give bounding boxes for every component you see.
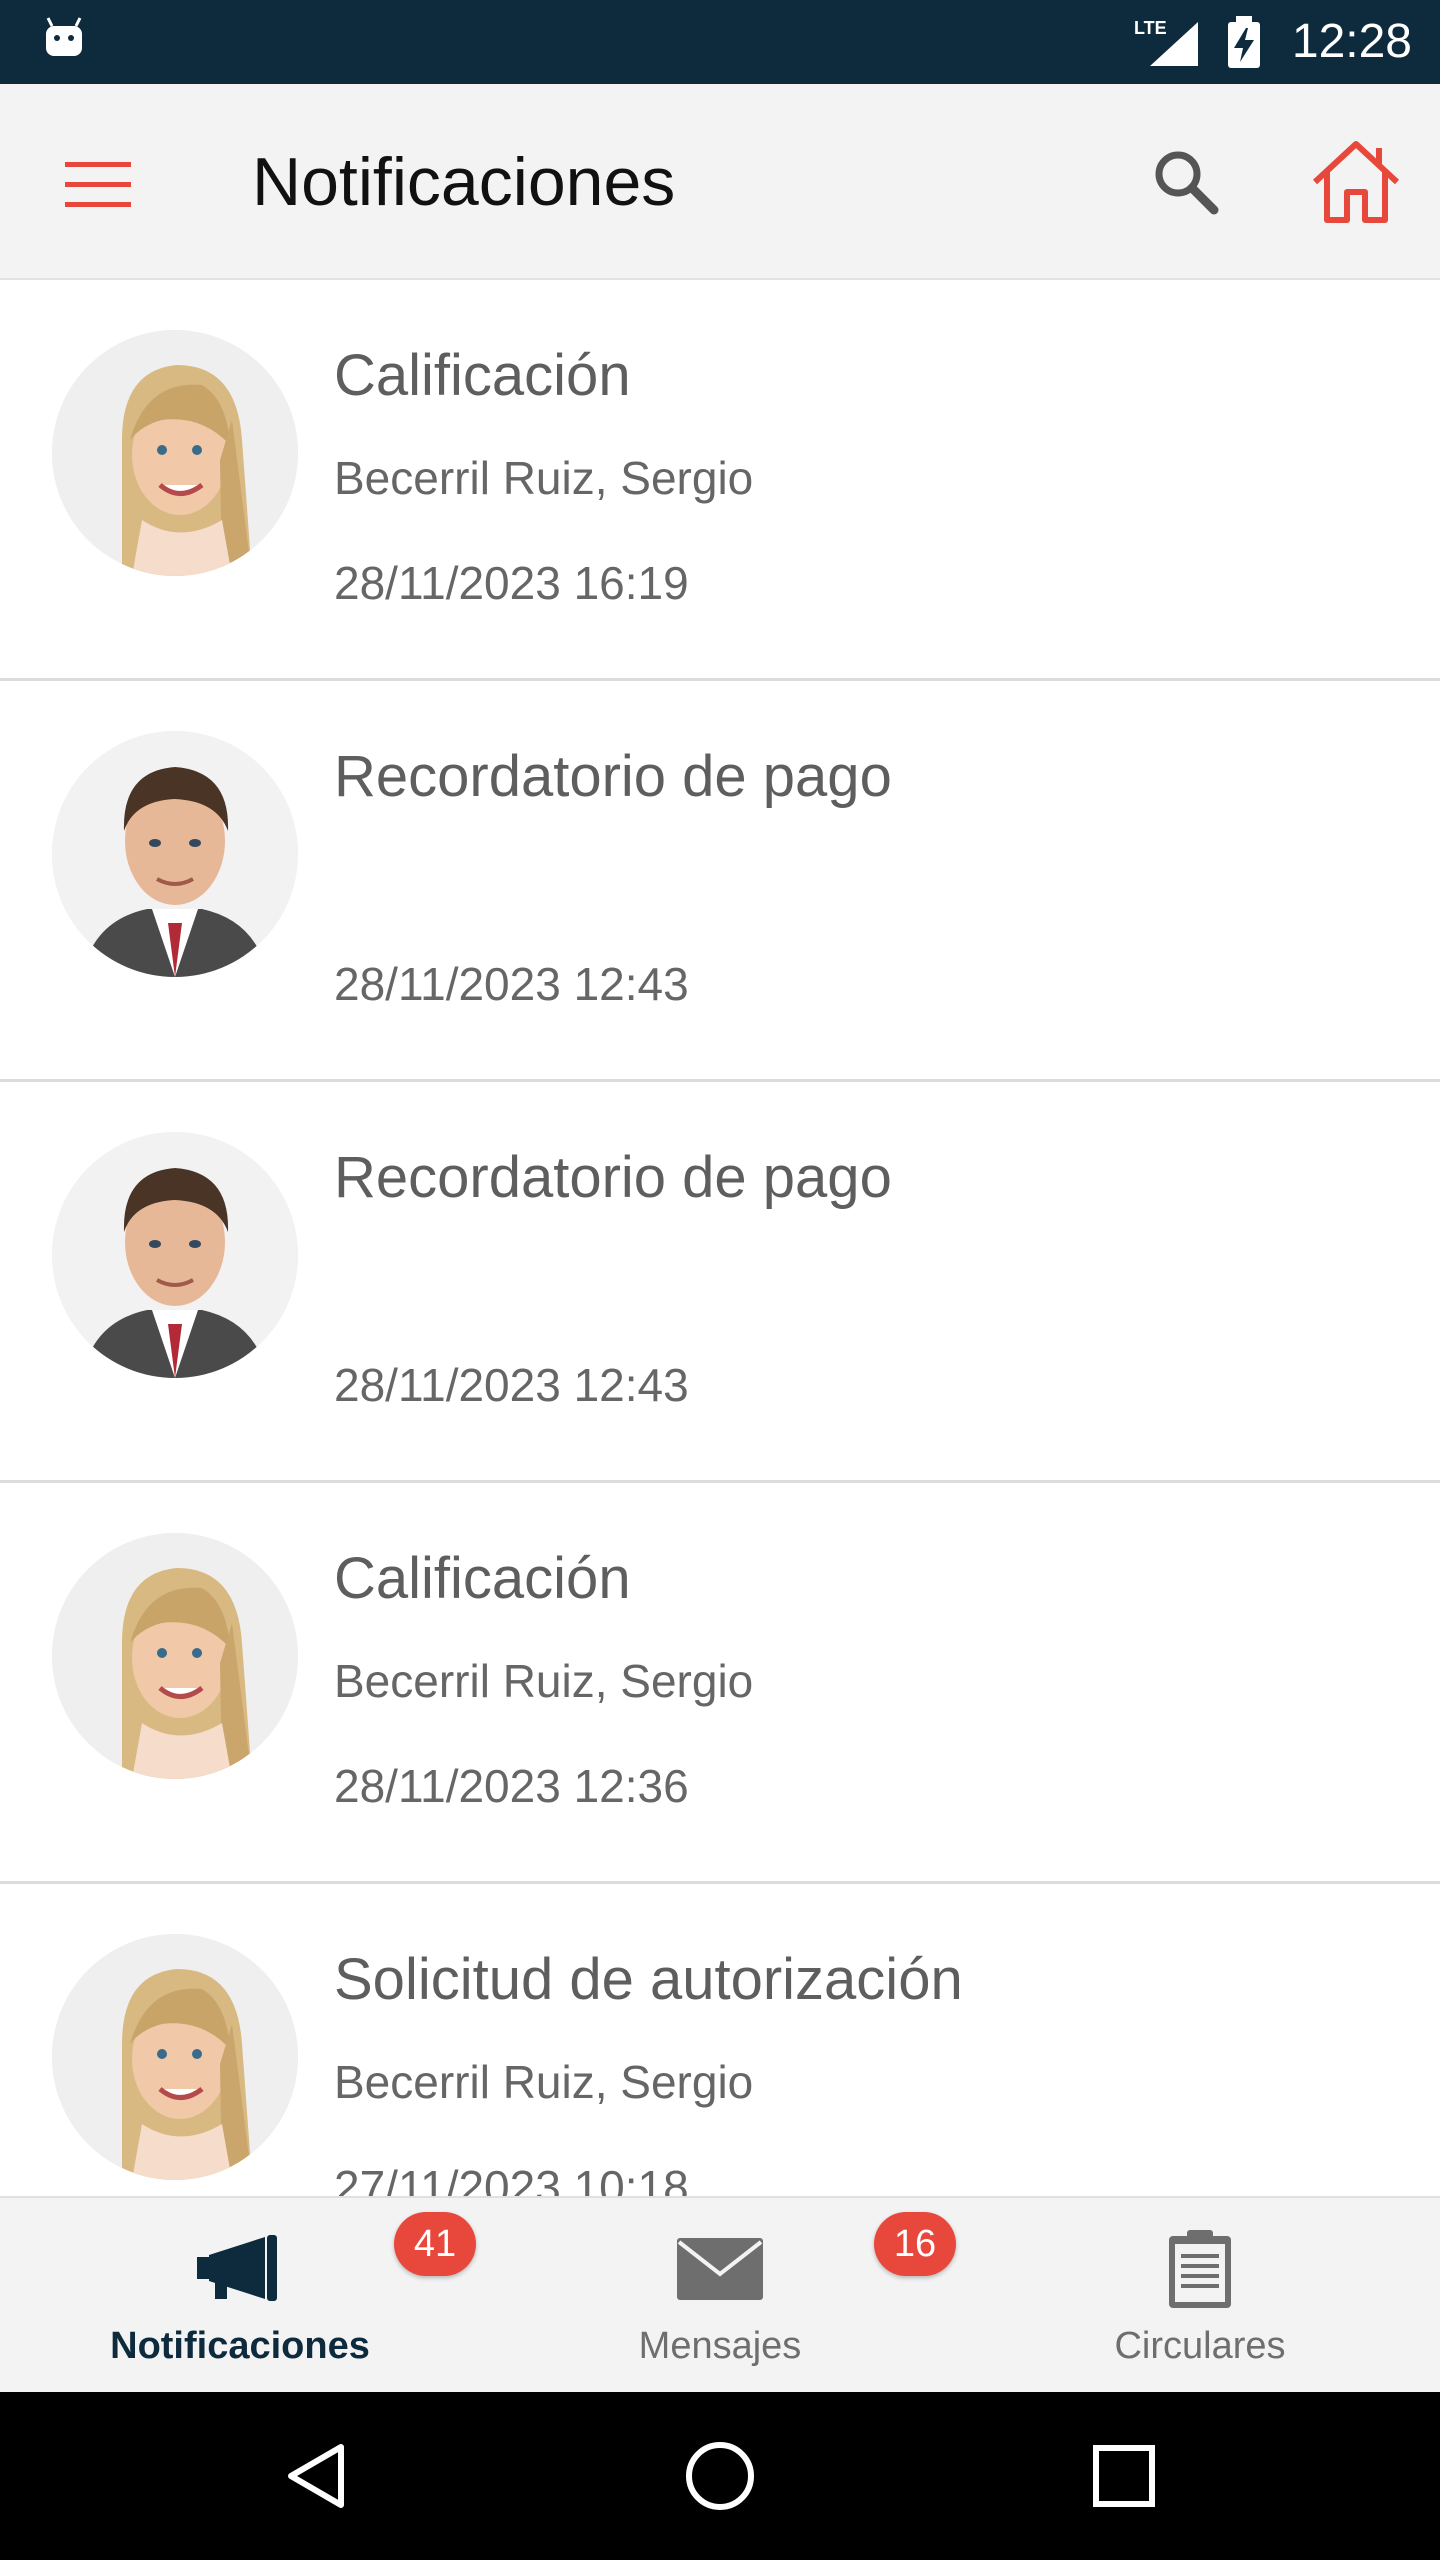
search-icon [1155, 151, 1219, 215]
status-bar: LTE 12:28 [0, 0, 1440, 84]
home-nav-button[interactable] [670, 2426, 770, 2526]
recents-button[interactable] [1074, 2426, 1174, 2526]
tab-icon-container [1150, 2228, 1250, 2308]
avatar [52, 731, 298, 977]
network-type-label: LTE [1134, 18, 1167, 38]
notification-title: Calificación [334, 1546, 631, 1611]
tab-icon-container [670, 2228, 770, 2308]
girl-avatar-icon [52, 1533, 298, 1779]
recents-square-icon [1093, 2445, 1155, 2507]
notification-title: Recordatorio de pago [334, 744, 892, 809]
tab-label: Notificaciones [110, 2325, 370, 2367]
girl-avatar-icon [52, 330, 298, 576]
page-title: Notificaciones [252, 144, 676, 220]
notification-date: 28/11/2023 12:36 [334, 1760, 689, 1812]
android-debug-icon [46, 17, 82, 56]
home-button[interactable] [1300, 132, 1412, 232]
notification-item[interactable]: Calificación Becerril Ruiz, Sergio 28/11… [0, 280, 1440, 681]
avatar [52, 330, 298, 576]
girl-avatar-icon [52, 1934, 298, 2180]
back-triangle-icon [288, 2444, 344, 2508]
back-button[interactable] [266, 2426, 366, 2526]
notification-date: 28/11/2023 12:43 [334, 1359, 689, 1411]
hamburger-menu-icon [65, 162, 131, 207]
notification-title: Recordatorio de pago [334, 1145, 892, 1210]
tab-label: Circulares [1114, 2325, 1286, 2367]
notification-title: Solicitud de autorización [334, 1947, 963, 2012]
avatar [52, 1132, 298, 1378]
home-icon [1312, 141, 1400, 223]
notification-list[interactable]: Calificación Becerril Ruiz, Sergio 28/11… [0, 280, 1440, 2196]
notification-item[interactable]: Solicitud de autorización Becerril Ruiz,… [0, 1884, 1440, 2196]
envelope-icon [677, 2238, 763, 2300]
menu-button[interactable] [50, 144, 146, 224]
signal-lte-icon: LTE [1134, 18, 1198, 66]
clipboard-icon [1169, 2230, 1231, 2308]
bottom-tab-bar: Notificaciones 41 Mensajes 16 Circulares [0, 2196, 1440, 2392]
system-navigation-bar [0, 2392, 1440, 2560]
notification-item[interactable]: Recordatorio de pago 28/11/2023 12:43 [0, 681, 1440, 1082]
notification-title: Calificación [334, 343, 631, 408]
status-time: 12:28 [1291, 15, 1412, 68]
tab-icon-container [190, 2228, 290, 2308]
notification-item[interactable]: Recordatorio de pago 28/11/2023 12:43 [0, 1082, 1440, 1483]
megaphone-icon [197, 2235, 277, 2301]
avatar [52, 1934, 298, 2180]
notification-date: 28/11/2023 16:19 [334, 557, 689, 609]
notifications-count-badge: 41 [394, 2212, 476, 2276]
notification-sender: Becerril Ruiz, Sergio [334, 452, 754, 504]
home-circle-icon [686, 2442, 754, 2510]
tab-label: Mensajes [638, 2325, 802, 2367]
tab-circulares[interactable]: Circulares [960, 2198, 1440, 2394]
app-bar: Notificaciones [0, 84, 1440, 280]
notification-date: 27/11/2023 10:18 [334, 2161, 689, 2196]
notification-date: 28/11/2023 12:43 [334, 958, 689, 1010]
notification-item[interactable]: Calificación Becerril Ruiz, Sergio 28/11… [0, 1483, 1440, 1884]
avatar [52, 1533, 298, 1779]
notification-sender: Becerril Ruiz, Sergio [334, 2056, 754, 2108]
battery-charging-icon [1228, 16, 1260, 68]
search-button[interactable] [1140, 136, 1232, 228]
man-avatar-icon [52, 731, 298, 977]
notification-sender: Becerril Ruiz, Sergio [334, 1655, 754, 1707]
messages-count-badge: 16 [874, 2212, 956, 2276]
man-avatar-icon [52, 1132, 298, 1378]
